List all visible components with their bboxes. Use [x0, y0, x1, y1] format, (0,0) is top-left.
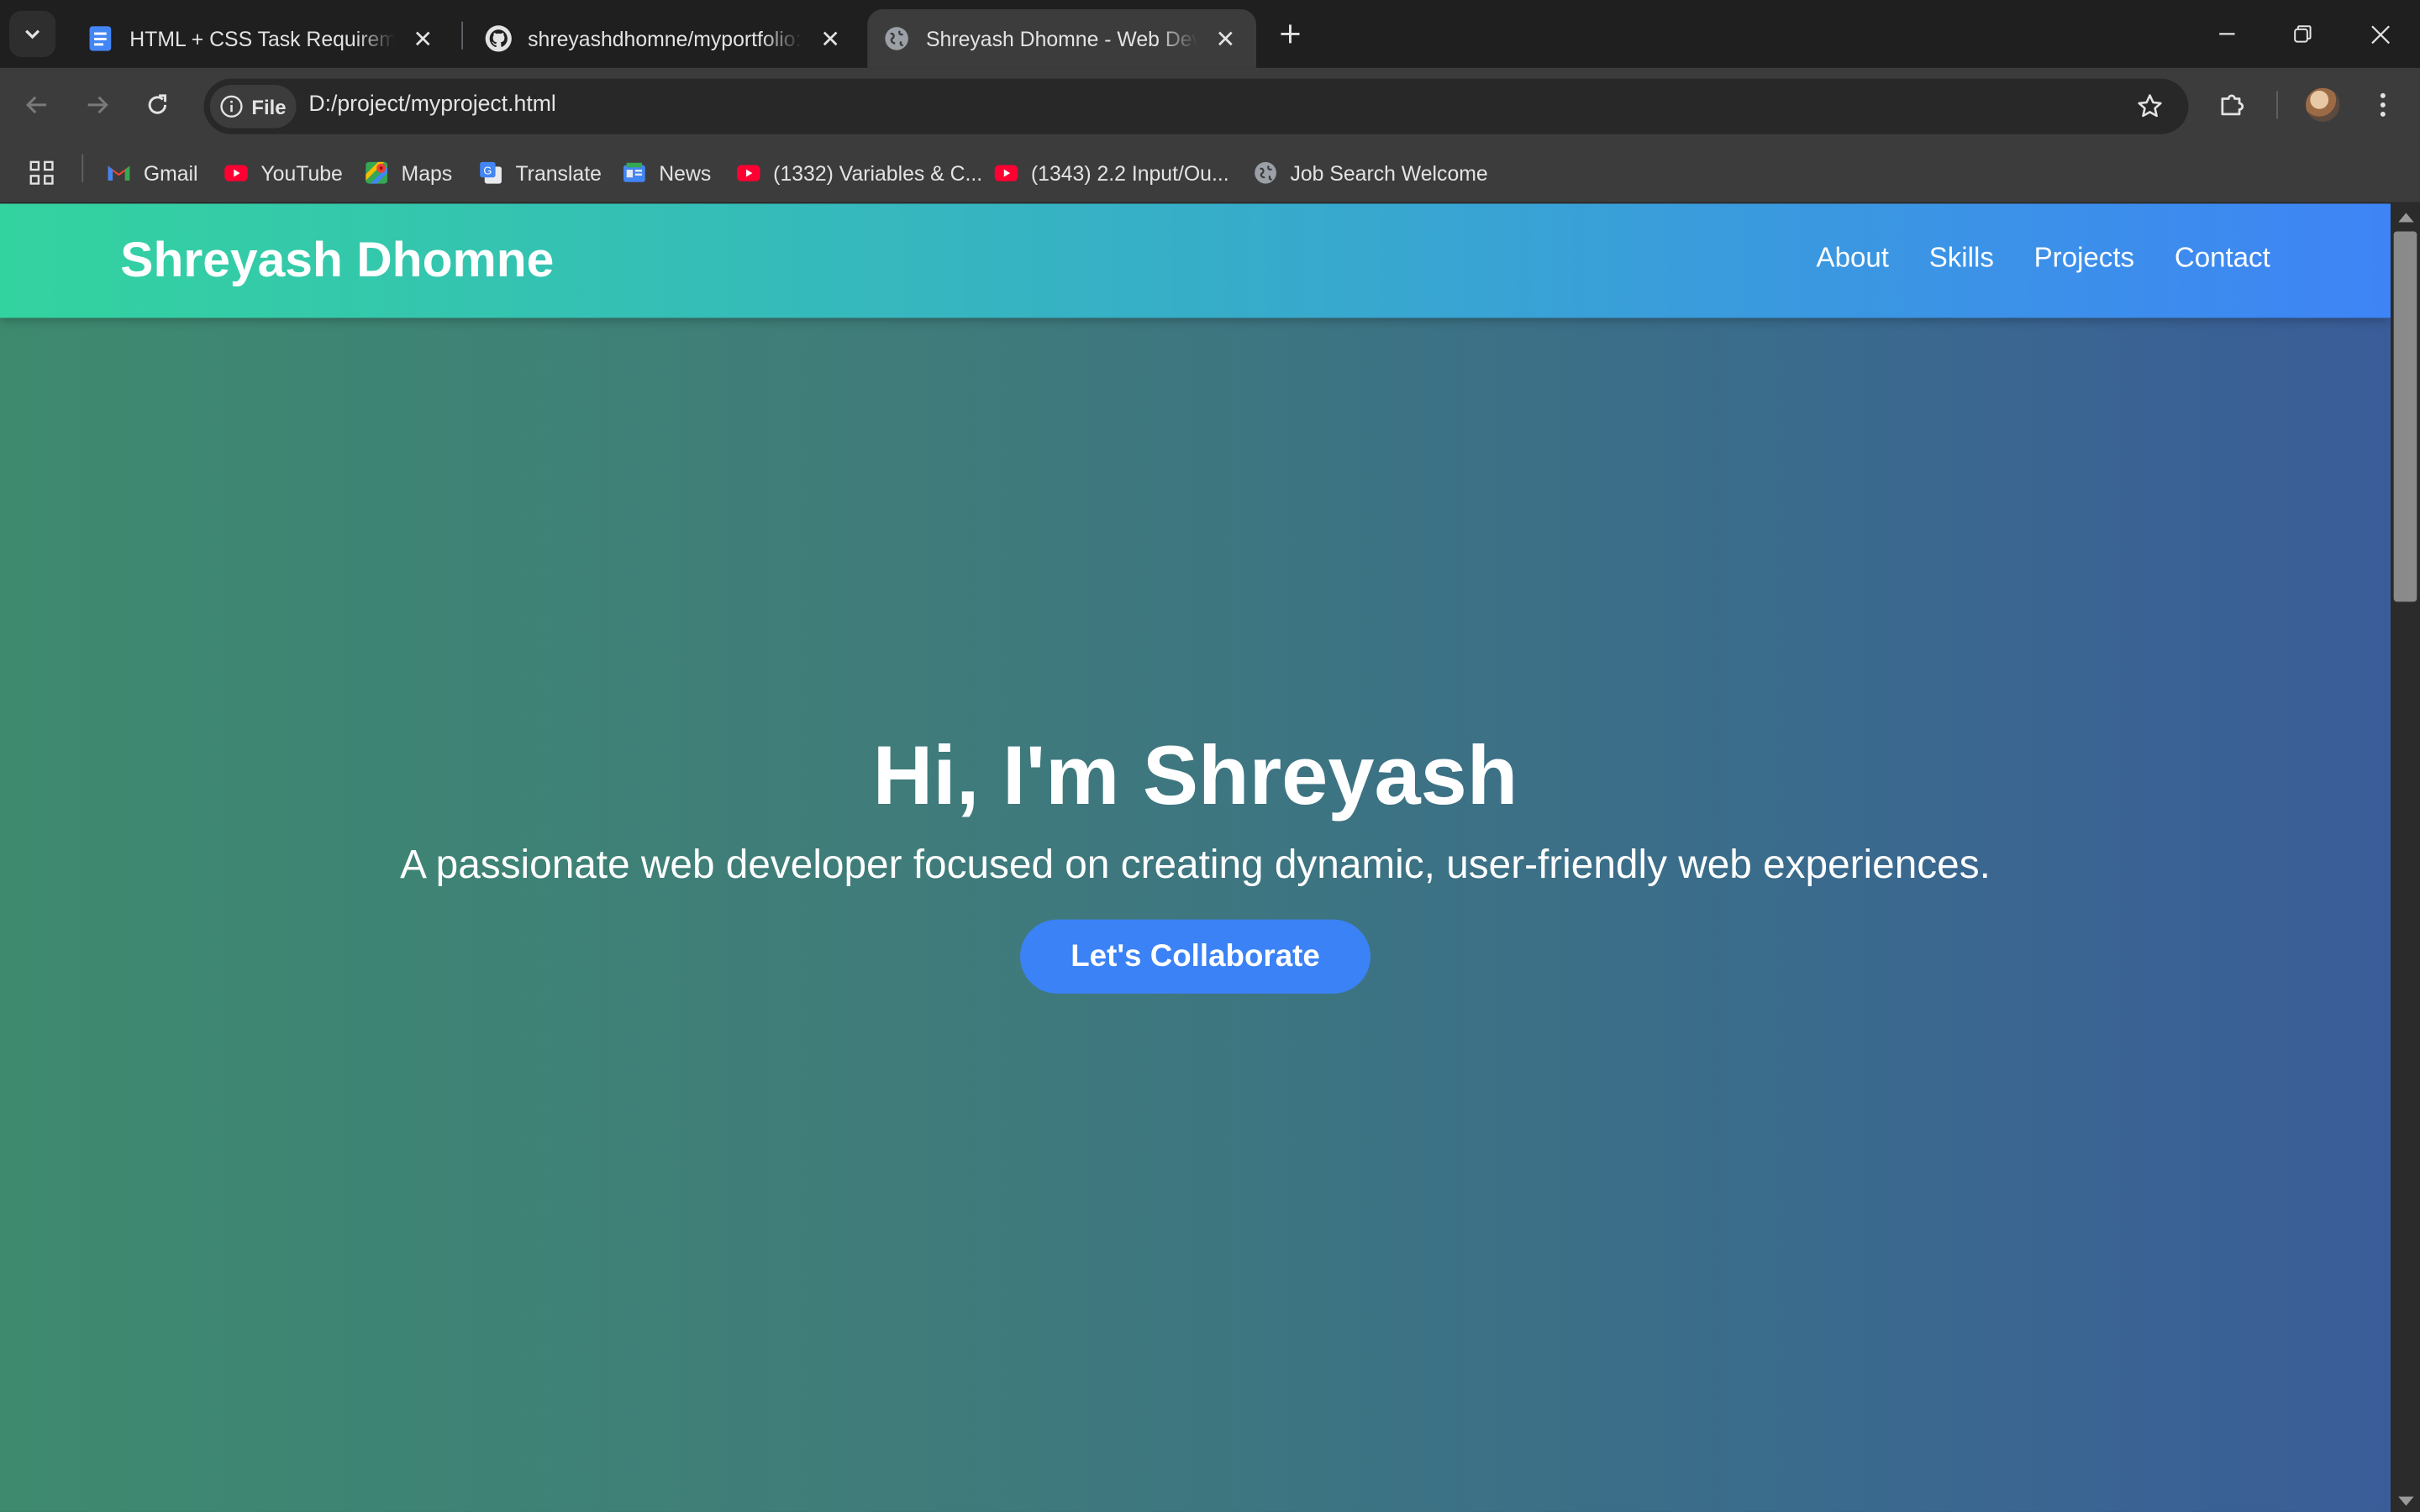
- reload-button[interactable]: [136, 83, 179, 126]
- address-bar[interactable]: File D:/project/myproject.html: [203, 78, 2189, 134]
- maps-icon: [366, 161, 388, 184]
- bookmark-label: Job Search Welcome: [1290, 160, 1488, 185]
- page-scrollbar[interactable]: [2391, 203, 2420, 1512]
- nav-link-skills[interactable]: Skills: [1929, 242, 1994, 275]
- plus-icon: [1281, 24, 1300, 44]
- hero-title: Hi, I'm Shreyash: [872, 729, 1518, 822]
- close-icon: [2370, 24, 2390, 44]
- scroll-thumb[interactable]: [2393, 231, 2417, 602]
- tab-strip: HTML + CSS Task Requirements shreyashdho…: [0, 0, 2420, 68]
- hero-subtitle: A passionate web developer focused on cr…: [400, 841, 1991, 888]
- globe-icon: [885, 27, 908, 50]
- reload-icon: [148, 94, 166, 114]
- bookmark-translate[interactable]: G Translate: [478, 155, 602, 192]
- bookmark-label: (1332) Variables & C...: [773, 160, 983, 185]
- bookmark-maps[interactable]: Maps: [364, 155, 452, 192]
- tab-search-button[interactable]: [9, 10, 56, 57]
- news-icon: [623, 162, 645, 182]
- tab-title: HTML + CSS Task Requirements: [129, 27, 396, 50]
- tab-github[interactable]: shreyashdhomne/myportfolio: P: [463, 9, 861, 68]
- site-header: Shreyash Dhomne About Skills Projects Co…: [0, 203, 2391, 318]
- tab-title: Shreyash Dhomne - Web Devel: [926, 27, 1198, 50]
- bookmark-label: Maps: [401, 160, 453, 185]
- youtube-icon: [224, 165, 248, 181]
- profile-avatar[interactable]: [2306, 87, 2340, 123]
- youtube-icon: [994, 165, 1018, 181]
- close-icon[interactable]: [1210, 24, 1241, 55]
- scroll-up-arrow[interactable]: [2398, 213, 2414, 223]
- restore-icon: [2294, 25, 2312, 43]
- site-brand[interactable]: Shreyash Dhomne: [120, 232, 554, 289]
- more-vertical-icon: [2380, 92, 2386, 117]
- forward-button[interactable]: [76, 83, 118, 126]
- bookmarks-bar: Gmail YouTube Maps G Translate News (133…: [0, 141, 2420, 204]
- bookmark-label: Gmail: [143, 160, 198, 185]
- minimize-button[interactable]: [2206, 13, 2249, 55]
- browser-toolbar: File D:/project/myproject.html: [0, 67, 2420, 142]
- site-nav: About Skills Projects Contact: [1817, 242, 2270, 275]
- bookmark-label: YouTube: [260, 160, 343, 185]
- page-viewport: Shreyash Dhomne About Skills Projects Co…: [0, 203, 2391, 1512]
- chevron-down-icon: [25, 29, 40, 39]
- bookmark-youtube-variables[interactable]: (1332) Variables & C...: [736, 155, 982, 192]
- collaborate-button[interactable]: Let's Collaborate: [1020, 919, 1370, 994]
- scroll-down-arrow[interactable]: [2398, 1496, 2414, 1506]
- bookmarks-divider: [82, 154, 84, 182]
- bookmark-label: (1343) 2.2 Input/Ou...: [1030, 160, 1229, 185]
- bookmark-gmail[interactable]: Gmail: [107, 155, 198, 192]
- arrow-left-icon: [25, 96, 47, 114]
- site-info-label: File: [251, 94, 287, 118]
- svg-text:G: G: [483, 165, 492, 177]
- bookmark-job-search[interactable]: Job Search Welcome: [1253, 155, 1488, 192]
- menu-button[interactable]: [2361, 83, 2404, 126]
- youtube-icon: [737, 165, 760, 181]
- puzzle-icon: [2221, 94, 2244, 116]
- globe-icon: [1255, 161, 1276, 184]
- star-icon: [2138, 94, 2162, 118]
- toolbar-divider: [2276, 91, 2278, 119]
- tab-docs[interactable]: HTML + CSS Task Requirements: [65, 9, 454, 68]
- nav-link-projects[interactable]: Projects: [2034, 242, 2134, 275]
- google-docs-icon: [89, 26, 112, 51]
- arrow-right-icon: [87, 96, 108, 114]
- github-icon: [485, 25, 512, 52]
- bookmark-news[interactable]: News: [622, 155, 711, 192]
- bookmark-label: News: [659, 160, 712, 185]
- new-tab-button[interactable]: [1271, 15, 1308, 52]
- restore-button[interactable]: [2281, 13, 2324, 55]
- close-icon[interactable]: [815, 24, 846, 55]
- browser-window: HTML + CSS Task Requirements shreyashdho…: [0, 0, 2420, 1512]
- extensions-button[interactable]: [2210, 83, 2253, 126]
- close-icon[interactable]: [408, 24, 439, 55]
- back-button[interactable]: [15, 83, 58, 126]
- close-window-button[interactable]: [2358, 13, 2401, 55]
- bookmark-youtube[interactable]: YouTube: [224, 155, 343, 192]
- bookmark-label: Translate: [515, 160, 602, 185]
- minimize-icon: [2219, 33, 2235, 35]
- site-info-chip[interactable]: File: [209, 85, 297, 129]
- gmail-icon: [108, 165, 130, 181]
- bookmark-youtube-input[interactable]: (1343) 2.2 Input/Ou...: [994, 155, 1229, 192]
- tab-portfolio[interactable]: Shreyash Dhomne - Web Devel: [867, 9, 1257, 68]
- apps-grid-icon: [29, 160, 54, 185]
- url-text[interactable]: D:/project/myproject.html: [308, 92, 556, 117]
- bookmark-star-button[interactable]: [2133, 90, 2166, 123]
- translate-icon: G: [480, 161, 502, 184]
- info-icon: [220, 95, 243, 118]
- apps-button[interactable]: [28, 155, 55, 192]
- tab-title: shreyashdhomne/myportfolio: P: [528, 27, 803, 50]
- nav-link-contact[interactable]: Contact: [2175, 242, 2270, 275]
- nav-link-about[interactable]: About: [1817, 242, 1889, 275]
